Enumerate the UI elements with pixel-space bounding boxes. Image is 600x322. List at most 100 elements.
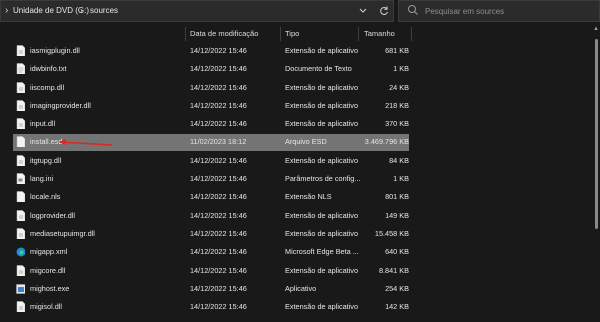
file-row[interactable]: itgtupg.dll 14/12/2022 15:46 Extensão de a… <box>0 151 600 169</box>
file-row[interactable]: lang.ini 14/12/2022 15:46 Parâmetros de co… <box>0 169 600 187</box>
file-row[interactable]: locale.nls 14/12/2022 15:46 Extensão NLS 80… <box>0 187 600 205</box>
column-header-date[interactable]: Data de modificação <box>190 29 258 38</box>
file-row[interactable]: migisol.dll 14/12/2022 15:46 Extensão de a… <box>0 297 600 315</box>
dll-icon <box>16 118 25 130</box>
file-size: 370 KB <box>385 119 409 129</box>
file-size: 801 KB <box>385 192 409 202</box>
file-row[interactable]: logprovider.dll 14/12/2022 15:46 Extensão … <box>0 206 600 224</box>
file-row[interactable]: idwbinfo.txt 14/12/2022 15:46 Documento de… <box>0 59 600 77</box>
file-name: logprovider.dll <box>30 210 76 220</box>
file-row[interactable]: mighost.exe 14/12/2022 15:46 Aplicativo 254… <box>0 279 600 297</box>
exe-icon <box>16 284 25 294</box>
chevron-down-icon <box>359 8 367 13</box>
refresh-button[interactable] <box>374 0 394 22</box>
file-type: Arquivo ESD <box>285 137 327 147</box>
column-divider[interactable] <box>358 27 359 41</box>
address-bar[interactable]: › Unidade de DVD (G:) › sources <box>0 0 394 22</box>
file-type: Extensão de aplicativo <box>285 119 359 129</box>
file-size: 1 KB <box>393 64 409 74</box>
file-row[interactable]: iasmigplugin.dll 14/12/2022 15:46 Extensão… <box>0 41 600 59</box>
file-type: Extensão NLS <box>285 192 332 202</box>
file-size: 681 KB <box>385 46 409 55</box>
file-size: 15.458 KB <box>374 228 409 238</box>
file-size: 640 KB <box>385 247 409 257</box>
file-name: lang.ini <box>30 174 54 184</box>
column-divider[interactable] <box>185 27 186 41</box>
address-dropdown-button[interactable] <box>353 0 373 22</box>
column-header-type[interactable]: Tipo <box>285 29 299 38</box>
file-icon <box>16 191 25 203</box>
text-file-icon <box>16 63 25 75</box>
file-size: 3.469.796 KB <box>364 137 409 147</box>
breadcrumb-drive[interactable]: Unidade de DVD (G:) <box>13 6 89 15</box>
file-size: 149 KB <box>385 210 409 220</box>
file-row[interactable]: migcore.dll 14/12/2022 15:46 Extensão de a… <box>0 261 600 279</box>
breadcrumb-separator-icon[interactable]: › <box>80 5 83 15</box>
file-date: 14/12/2022 15:46 <box>190 210 247 220</box>
file-type: Aplicativo <box>285 283 317 293</box>
file-name: itgtupg.dll <box>30 155 62 165</box>
file-date: 14/12/2022 15:46 <box>190 155 247 165</box>
column-header-size[interactable]: Tamanho <box>364 29 395 38</box>
ini-file-icon <box>16 173 25 185</box>
file-type: Extensão de aplicativo <box>285 228 359 238</box>
file-name: mighost.exe <box>30 283 70 293</box>
file-date: 14/12/2022 15:46 <box>190 302 247 312</box>
search-input[interactable]: Pesquisar em sources <box>425 7 504 16</box>
file-size: 84 KB <box>389 155 409 165</box>
file-name: iiscomp.dll <box>30 82 65 92</box>
file-name: iasmigplugin.dll <box>30 46 80 55</box>
file-type: Extensão de aplicativo <box>285 302 359 312</box>
column-divider[interactable] <box>411 27 412 41</box>
chevron-right-icon[interactable]: › <box>5 5 8 16</box>
file-date: 14/12/2022 15:46 <box>190 247 247 257</box>
file-date: 14/12/2022 15:46 <box>190 119 247 129</box>
file-name: imagingprovider.dll <box>30 100 91 110</box>
file-row[interactable]: mediasetupuimgr.dll 14/12/2022 15:46 Exten… <box>0 224 600 242</box>
file-size: 254 KB <box>385 283 409 293</box>
file-size: 24 KB <box>389 82 409 92</box>
file-row[interactable]: iiscomp.dll 14/12/2022 15:46 Extensão de a… <box>0 78 600 96</box>
search-icon <box>408 5 418 15</box>
file-name: migapp.xml <box>30 247 68 257</box>
file-date: 14/12/2022 15:46 <box>190 192 247 202</box>
file-row[interactable]: input.dll 14/12/2022 15:46 Extensão de apl… <box>0 114 600 132</box>
file-date: 14/12/2022 15:46 <box>190 283 247 293</box>
dll-icon <box>16 81 25 93</box>
scroll-up-icon[interactable]: ▲ <box>593 26 599 32</box>
dll-icon <box>16 100 25 111</box>
file-size: 142 KB <box>385 302 409 312</box>
dll-icon <box>16 45 25 56</box>
file-date: 14/12/2022 15:46 <box>190 228 247 238</box>
file-type: Extensão de aplicativo <box>285 100 359 110</box>
file-date: 14/12/2022 15:46 <box>190 174 247 184</box>
dll-icon <box>16 155 25 166</box>
file-date: 14/12/2022 15:46 <box>190 46 247 55</box>
dll-icon <box>16 264 25 276</box>
file-row[interactable]: imagingprovider.dll 14/12/2022 15:46 Exten… <box>0 96 600 114</box>
dll-icon <box>16 228 25 239</box>
file-name: locale.nls <box>30 192 61 202</box>
breadcrumb-folder[interactable]: sources <box>90 6 118 15</box>
dll-icon <box>16 301 25 313</box>
column-divider[interactable] <box>280 27 281 41</box>
file-date: 14/12/2022 15:46 <box>190 265 247 275</box>
file-name: input.dll <box>30 119 56 129</box>
file-icon <box>16 136 25 148</box>
file-name: migcore.dll <box>30 265 66 275</box>
file-date: 14/12/2022 15:46 <box>190 100 247 110</box>
file-name: idwbinfo.txt <box>30 64 67 74</box>
file-type: Extensão de aplicativo <box>285 46 359 55</box>
file-date: 14/12/2022 15:46 <box>190 64 247 74</box>
file-type: Documento de Texto <box>285 64 352 74</box>
file-name: mediasetupuimgr.dll <box>30 228 95 238</box>
file-row[interactable]: migapp.xml 14/12/2022 15:46 Microsoft Edge… <box>0 242 600 260</box>
scrollbar-thumb[interactable] <box>595 39 598 229</box>
vertical-scrollbar[interactable]: ▲ <box>593 25 600 322</box>
file-date: 14/12/2022 15:46 <box>190 82 247 92</box>
dll-icon <box>16 209 25 221</box>
file-type: Microsoft Edge Beta ... <box>285 247 359 257</box>
file-size: 8.841 KB <box>378 265 409 275</box>
search-box[interactable]: Pesquisar em sources <box>398 0 600 22</box>
file-name: migisol.dll <box>30 302 63 312</box>
